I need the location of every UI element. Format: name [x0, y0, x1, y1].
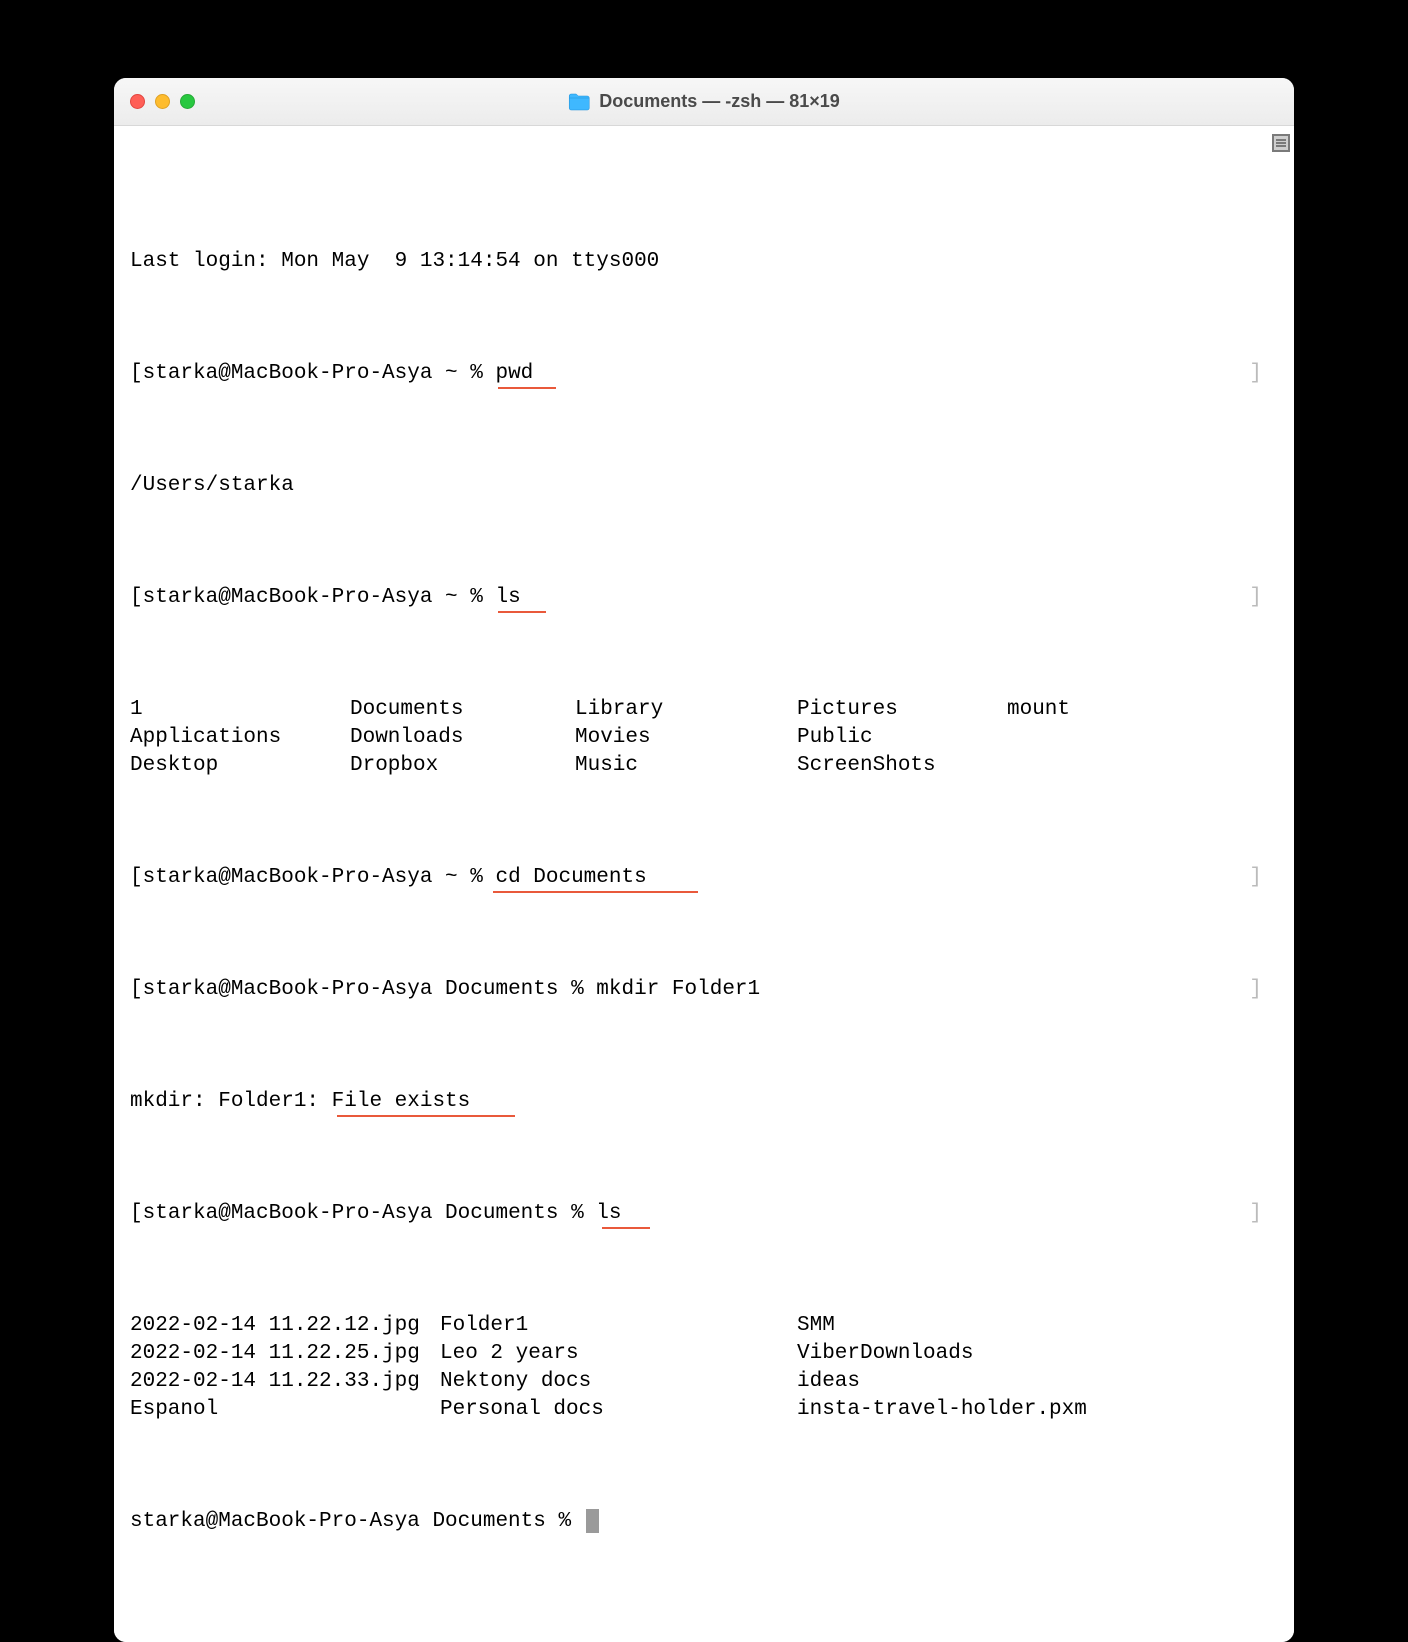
ls-item: Music: [575, 752, 797, 780]
command-text: pwd: [495, 362, 533, 385]
ls-item: Personal docs: [440, 1396, 797, 1424]
ls-item: Documents: [350, 696, 575, 724]
ls-item: Dropbox: [350, 752, 575, 780]
folder-icon: [568, 93, 590, 111]
ls-item: Espanol: [130, 1396, 440, 1424]
prompt-row: [starka@MacBook-Pro-Asya Documents % mkd…: [130, 976, 1284, 1004]
bracket-open: [: [130, 866, 143, 889]
prompt-row: [starka@MacBook-Pro-Asya ~ % ls]: [130, 584, 1284, 612]
prompt-row: [starka@MacBook-Pro-Asya ~ % pwd]: [130, 360, 1284, 388]
command-text: mkdir Folder1: [596, 978, 760, 1001]
prompt-text: starka@MacBook-Pro-Asya Documents %: [143, 978, 597, 1001]
bracket-close: ]: [1249, 584, 1284, 612]
ls-item: [1007, 752, 1284, 780]
command-text: ls: [495, 586, 520, 609]
terminal-line: Last login: Mon May 9 13:14:54 on ttys00…: [130, 248, 1284, 276]
ls-item: ideas: [797, 1368, 1284, 1396]
close-button[interactable]: [130, 94, 145, 109]
ls-item: mount: [1007, 696, 1284, 724]
underline-annotation: [602, 1227, 650, 1230]
ls-item: Leo 2 years: [440, 1340, 797, 1368]
prompt-text: starka@MacBook-Pro-Asya Documents %: [130, 1510, 584, 1533]
ls-item: 2022-02-14 11.22.12.jpg: [130, 1312, 440, 1340]
underline-annotation: [498, 611, 546, 614]
terminal-window: Documents — -zsh — 81×19 Last login: Mon…: [114, 78, 1294, 1642]
ls-item: Desktop: [130, 752, 350, 780]
maximize-button[interactable]: [180, 94, 195, 109]
traffic-lights: [130, 94, 195, 109]
ls-output-home: 1DocumentsLibraryPicturesmount Applicatio…: [130, 696, 1284, 780]
bracket-open: [: [130, 1202, 143, 1225]
ls-item: Pictures: [797, 696, 1007, 724]
prompt-text: starka@MacBook-Pro-Asya ~ %: [143, 866, 496, 889]
bracket-close: ]: [1249, 864, 1284, 892]
prompt-text: starka@MacBook-Pro-Asya ~ %: [143, 362, 496, 385]
ls-item: insta-travel-holder.pxm: [797, 1396, 1284, 1424]
ls-item: Public: [797, 724, 1007, 752]
bracket-close: ]: [1249, 976, 1284, 1004]
ls-item: SMM: [797, 1312, 1284, 1340]
ls-item: 1: [130, 696, 350, 724]
ls-item: ViberDownloads: [797, 1340, 1284, 1368]
bracket-close: ]: [1249, 1200, 1284, 1228]
prompt-text: starka@MacBook-Pro-Asya Documents %: [143, 1202, 597, 1225]
terminal-output: /Users/starka: [130, 472, 1284, 500]
ls-item: Movies: [575, 724, 797, 752]
ls-item: 2022-02-14 11.22.33.jpg: [130, 1368, 440, 1396]
underline-annotation: [337, 1115, 515, 1118]
bracket-open: [: [130, 978, 143, 1001]
terminal-output: mkdir: Folder1: File exists: [130, 1088, 1284, 1116]
prompt-row: starka@MacBook-Pro-Asya Documents %: [130, 1508, 1284, 1536]
bracket-open: [: [130, 362, 143, 385]
underline-annotation: [498, 387, 556, 390]
ls-item: Applications: [130, 724, 350, 752]
bracket-close: ]: [1249, 360, 1284, 388]
ls-item: Folder1: [440, 1312, 797, 1340]
prompt-row: [starka@MacBook-Pro-Asya ~ % cd Document…: [130, 864, 1284, 892]
minimize-button[interactable]: [155, 94, 170, 109]
ls-item: [1007, 724, 1284, 752]
cursor: [586, 1509, 599, 1533]
window-title: Documents — -zsh — 81×19: [568, 91, 840, 112]
bracket-open: [: [130, 586, 143, 609]
prompt-text: starka@MacBook-Pro-Asya ~ %: [143, 586, 496, 609]
ls-item: Downloads: [350, 724, 575, 752]
terminal-body[interactable]: Last login: Mon May 9 13:14:54 on ttys00…: [114, 126, 1294, 1642]
titlebar[interactable]: Documents — -zsh — 81×19: [114, 78, 1294, 126]
prompt-row: [starka@MacBook-Pro-Asya Documents % ls]: [130, 1200, 1284, 1228]
underline-annotation: [493, 891, 698, 894]
scroll-indicator-icon: [1272, 134, 1290, 152]
command-text: ls: [596, 1202, 621, 1225]
ls-output-documents: 2022-02-14 11.22.12.jpgFolder1SMM 2022-02…: [130, 1312, 1284, 1424]
ls-item: Nektony docs: [440, 1368, 797, 1396]
ls-item: 2022-02-14 11.22.25.jpg: [130, 1340, 440, 1368]
ls-item: Library: [575, 696, 797, 724]
ls-item: ScreenShots: [797, 752, 1007, 780]
window-title-text: Documents — -zsh — 81×19: [599, 91, 840, 112]
command-text: cd Documents: [495, 866, 646, 889]
